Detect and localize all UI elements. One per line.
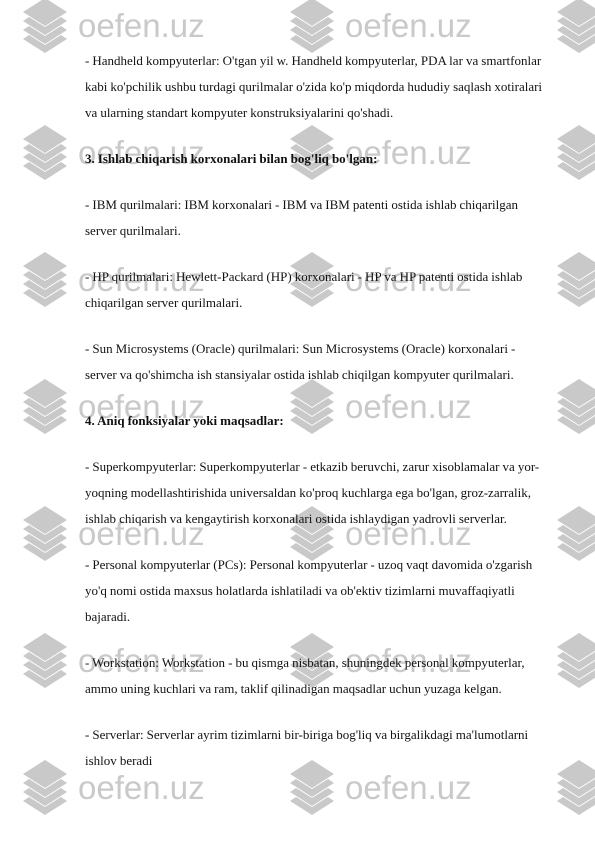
paragraph: - Personal kompyuterlar (PCs): Personal … bbox=[85, 557, 533, 624]
paragraph: - HP qurilmalari: Hewlett-Packard (HP) k… bbox=[85, 269, 523, 310]
paragraph: - Workstation: Workstation - bu qismga n… bbox=[85, 655, 525, 696]
section-heading: 3. Ishlab chiqarish korxonalari bilan bo… bbox=[85, 151, 378, 166]
document-body: - Handheld kompyuterlar: O'tgan yil w. H… bbox=[85, 48, 547, 794]
paragraph: - Superkompyuterlar: Superkompyuterlar -… bbox=[85, 459, 540, 526]
paragraph: - Handheld kompyuterlar: O'tgan yil w. H… bbox=[85, 53, 543, 120]
section-heading: 4. Aniq fonksiyalar yoki maqsadlar: bbox=[85, 413, 284, 428]
paragraph: - Sun Microsystems (Oracle) qurilmalari:… bbox=[85, 341, 516, 382]
document-page: - Handheld kompyuterlar: O'tgan yil w. H… bbox=[0, 0, 595, 842]
paragraph: - Serverlar: Serverlar ayrim tizimlarni … bbox=[85, 727, 529, 768]
paragraph: - IBM qurilmalari: IBM korxonalari - IBM… bbox=[85, 197, 519, 238]
